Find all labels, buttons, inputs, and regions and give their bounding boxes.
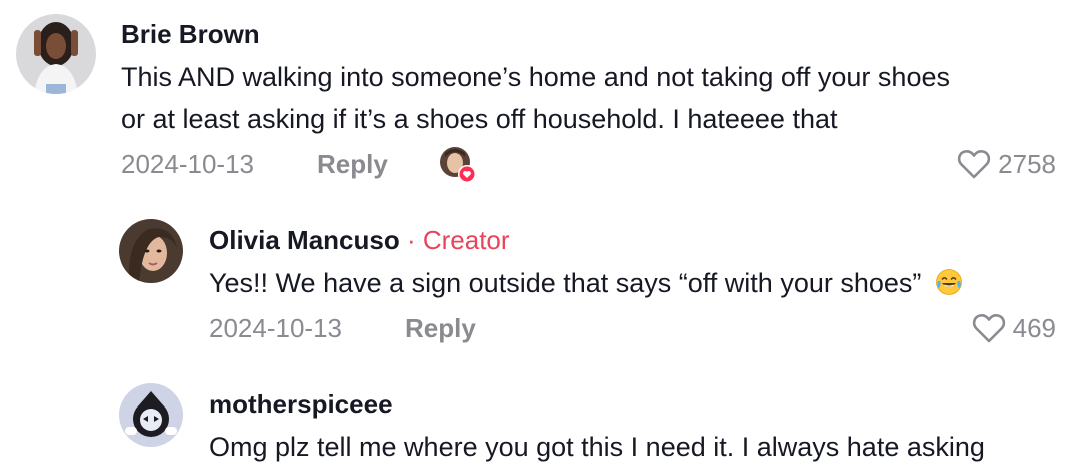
heart-outline-icon: [972, 313, 1005, 343]
avatar[interactable]: [119, 219, 183, 283]
like-count: 2758: [998, 148, 1056, 179]
author-name[interactable]: Olivia Mancuso: [209, 225, 400, 255]
comment-text: Yes!! We have a sign outside that says “…: [209, 268, 922, 298]
creator-badge: · Creator: [399, 225, 510, 255]
comment-date: 2024-10-13: [121, 149, 254, 179]
reply-button[interactable]: Reply: [405, 313, 476, 344]
comment-text-line: Yes!! We have a sign outside that says “…: [209, 262, 963, 304]
comment-text-line: This AND walking into someone’s home and…: [121, 62, 950, 92]
comment-text-line: Omg plz tell me where you got this I nee…: [209, 432, 985, 462]
like-button[interactable]: 469: [971, 312, 1056, 344]
comment-author[interactable]: Olivia Mancuso · Creator: [209, 225, 510, 256]
avatar[interactable]: [119, 383, 183, 447]
joy-emoji-icon: [936, 269, 962, 295]
like-button[interactable]: 2758: [956, 148, 1056, 180]
like-count: 469: [1012, 312, 1056, 343]
comment-author[interactable]: Brie Brown: [121, 19, 260, 50]
reply-button[interactable]: Reply: [317, 149, 388, 180]
creator-liked-avatar: [440, 147, 476, 183]
comment-text-line: or at least asking if it’s a shoes off h…: [121, 104, 838, 134]
heart-outline-icon: [957, 149, 991, 179]
heart-badge-icon: [458, 165, 476, 183]
comment-author[interactable]: motherspiceee: [209, 389, 393, 420]
avatar[interactable]: [16, 14, 96, 94]
comment-date: 2024-10-13: [209, 313, 342, 343]
